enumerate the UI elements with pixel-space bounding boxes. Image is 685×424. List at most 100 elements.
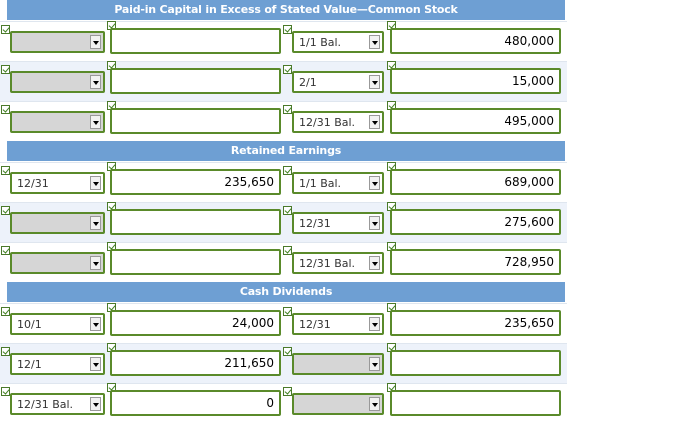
credit-amount-input[interactable]: 728,950 [390, 249, 561, 275]
chevron-down-icon[interactable] [90, 317, 101, 331]
chevron-down-icon[interactable] [90, 115, 101, 129]
checkmark-icon [1, 65, 10, 74]
section-title: Retained Earnings [7, 141, 565, 161]
chevron-down-icon[interactable] [90, 216, 101, 230]
debit-amount-input[interactable]: 24,000 [110, 310, 281, 336]
credit-date-value: 12/31 Bal. [299, 116, 356, 129]
checkmark-icon [283, 166, 292, 175]
ledger-row: 10/1 24,000 12/31 235,650 [0, 303, 567, 343]
chevron-down-icon[interactable] [369, 357, 380, 371]
credit-amount-input[interactable]: 480,000 [390, 28, 561, 54]
row-divider [0, 61, 567, 62]
chevron-down-icon[interactable] [369, 176, 380, 190]
checkmark-icon [283, 307, 292, 316]
credit-date-value: 1/1 Bal. [299, 177, 342, 190]
debit-amount-input[interactable] [110, 68, 281, 94]
checkmark-icon [1, 105, 10, 114]
debit-amount-input[interactable] [110, 108, 281, 134]
chevron-down-icon[interactable] [369, 35, 380, 49]
t-account-worksheet: Paid-in Capital in Excess of Stated Valu… [0, 0, 567, 424]
credit-date-select[interactable]: 12/31 Bal. [292, 111, 384, 133]
checkmark-icon [283, 387, 292, 396]
checkmark-icon [283, 105, 292, 114]
ledger-row: 12/31 235,650 1/1 Bal. 689,000 [0, 162, 567, 202]
checkmark-icon [1, 246, 10, 255]
checkmark-icon [1, 307, 10, 316]
row-divider [0, 101, 567, 102]
credit-amount-input[interactable]: 275,600 [390, 209, 561, 235]
chevron-down-icon[interactable] [369, 317, 380, 331]
chevron-down-icon[interactable] [90, 176, 101, 190]
credit-date-select[interactable]: 12/31 [292, 212, 384, 234]
debit-date-select[interactable]: 12/1 [10, 353, 105, 375]
credit-amount-input[interactable] [390, 350, 561, 376]
checkmark-icon [283, 246, 292, 255]
chevron-down-icon[interactable] [90, 256, 101, 270]
chevron-down-icon[interactable] [90, 397, 101, 411]
credit-date-value: 12/31 [299, 318, 331, 331]
credit-date-value: 12/31 [299, 217, 331, 230]
credit-date-select[interactable]: 1/1 Bal. [292, 172, 384, 194]
ledger-row: 12/31 Bal. 0 [0, 383, 567, 423]
row-divider [0, 162, 567, 163]
credit-date-select[interactable] [292, 393, 384, 415]
chevron-down-icon[interactable] [90, 35, 101, 49]
debit-amount-input[interactable]: 235,650 [110, 169, 281, 195]
credit-date-value: 2/1 [299, 76, 317, 89]
ledger-row: 2/1 15,000 [0, 61, 567, 101]
ledger-row: 12/31 275,600 [0, 202, 567, 242]
section-title: Cash Dividends [7, 282, 565, 302]
checkmark-icon [1, 387, 10, 396]
debit-amount-input[interactable] [110, 209, 281, 235]
checkmark-icon [1, 206, 10, 215]
chevron-down-icon[interactable] [369, 75, 380, 89]
checkmark-icon [1, 347, 10, 356]
credit-date-select[interactable] [292, 353, 384, 375]
debit-date-select[interactable] [10, 252, 105, 274]
credit-date-select[interactable]: 1/1 Bal. [292, 31, 384, 53]
row-divider [0, 242, 567, 243]
debit-amount-input[interactable] [110, 249, 281, 275]
debit-date-select[interactable]: 12/31 [10, 172, 105, 194]
row-divider [0, 343, 567, 344]
checkmark-icon [283, 65, 292, 74]
row-divider [0, 303, 567, 304]
ledger-row: 1/1 Bal. 480,000 [0, 21, 567, 61]
credit-date-select[interactable]: 12/31 [292, 313, 384, 335]
row-divider [0, 202, 567, 203]
credit-amount-input[interactable]: 235,650 [390, 310, 561, 336]
credit-amount-input[interactable]: 689,000 [390, 169, 561, 195]
section-title: Paid-in Capital in Excess of Stated Valu… [7, 0, 565, 20]
credit-amount-input[interactable]: 495,000 [390, 108, 561, 134]
chevron-down-icon[interactable] [90, 357, 101, 371]
credit-amount-input[interactable] [390, 390, 561, 416]
credit-date-select[interactable]: 12/31 Bal. [292, 252, 384, 274]
debit-amount-input[interactable]: 0 [110, 390, 281, 416]
debit-date-select[interactable]: 12/31 Bal. [10, 393, 105, 415]
debit-amount-input[interactable]: 211,650 [110, 350, 281, 376]
debit-date-select[interactable]: 10/1 [10, 313, 105, 335]
checkmark-icon [283, 206, 292, 215]
credit-date-value: 1/1 Bal. [299, 36, 342, 49]
chevron-down-icon[interactable] [369, 115, 380, 129]
chevron-down-icon[interactable] [369, 256, 380, 270]
debit-date-select[interactable] [10, 212, 105, 234]
debit-amount-input[interactable] [110, 28, 281, 54]
debit-date-select[interactable] [10, 111, 105, 133]
credit-amount-input[interactable]: 15,000 [390, 68, 561, 94]
checkmark-icon [283, 347, 292, 356]
checkmark-icon [283, 25, 292, 34]
row-divider [0, 383, 567, 384]
debit-date-value: 12/31 [17, 177, 49, 190]
row-divider [0, 21, 567, 22]
credit-date-select[interactable]: 2/1 [292, 71, 384, 93]
chevron-down-icon[interactable] [369, 397, 380, 411]
chevron-down-icon[interactable] [90, 75, 101, 89]
debit-date-select[interactable] [10, 31, 105, 53]
credit-date-value: 12/31 Bal. [299, 257, 356, 270]
debit-date-value: 12/1 [17, 358, 42, 371]
debit-date-select[interactable] [10, 71, 105, 93]
debit-date-value: 12/31 Bal. [17, 398, 74, 411]
chevron-down-icon[interactable] [369, 216, 380, 230]
ledger-row: 12/31 Bal. 495,000 [0, 101, 567, 141]
